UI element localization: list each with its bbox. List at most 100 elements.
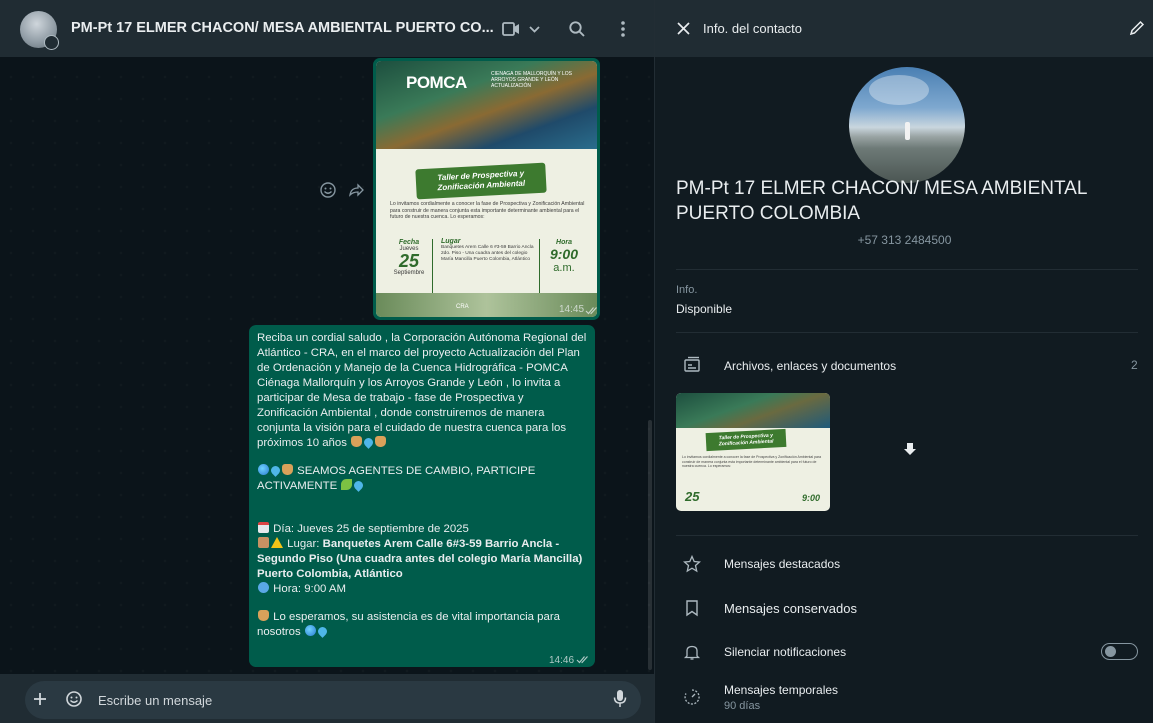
clock-emoji-icon xyxy=(258,582,269,593)
poster-hora-ampm: a.m. xyxy=(553,262,575,274)
whatsapp-window: PM-Pt 17 ELMER CHACON/ MESA AMBIENTAL PU… xyxy=(0,0,1153,723)
about-value: Disponible xyxy=(676,302,733,316)
handshake-emoji-icon xyxy=(258,610,269,621)
event-poster-image[interactable]: POMCA CIENAGA DE MALLORQUÍN Y LOS ARROYO… xyxy=(376,61,597,317)
poster-photo: POMCA CIENAGA DE MALLORQUÍN Y LOS ARROYO… xyxy=(376,61,597,149)
divider xyxy=(676,535,1138,536)
droplet-emoji-icon xyxy=(352,479,366,492)
info-title: Info. del contacto xyxy=(703,21,803,36)
droplet-emoji-icon xyxy=(269,464,282,477)
poster-details: Fecha Jueves 25 Septiembre Lugar Banquet… xyxy=(386,238,591,294)
avatar-person xyxy=(905,122,910,140)
close-icon[interactable] xyxy=(677,22,690,35)
thumbnail-date: 25 xyxy=(685,489,700,504)
temp-label: Mensajes temporales xyxy=(724,683,839,697)
bookmark-icon xyxy=(686,600,698,617)
contact-phone: +57 313 2484500 xyxy=(857,233,952,247)
message-input-placeholder[interactable]: Escribe un mensaje xyxy=(98,693,212,708)
avatar-sky xyxy=(869,75,929,105)
message-closing: Lo esperamos, su asistencia es de vital … xyxy=(257,611,560,638)
house-emoji-icon xyxy=(258,537,269,548)
read-receipt-icon xyxy=(576,656,588,664)
hands-emoji-icon xyxy=(351,436,363,447)
plus-attach-icon[interactable] xyxy=(33,692,47,706)
seedling-emoji-icon xyxy=(341,479,353,490)
message-time: 14:45 xyxy=(559,304,585,315)
thumbnail-banner: Taller de Prospectiva y Zonificación Amb… xyxy=(705,428,787,452)
edit-pencil-icon[interactable] xyxy=(1129,20,1145,36)
message-hour: Hora: 9:00 AM xyxy=(273,583,346,595)
image-message[interactable]: POMCA CIENAGA DE MALLORQUÍN Y LOS ARROYO… xyxy=(373,58,600,320)
media-count: 2 xyxy=(1131,358,1138,372)
bell-icon xyxy=(683,645,701,660)
toggle-knob xyxy=(1105,646,1116,657)
divider xyxy=(676,269,1138,270)
poster-lugar: Lugar Banquetes Arem Calle 6 #3-59 Barri… xyxy=(432,238,540,294)
poster-fecha: Fecha Jueves 25 Septiembre xyxy=(386,239,432,294)
poster-fecha-num: 25 xyxy=(398,251,420,271)
video-call-button[interactable] xyxy=(500,17,544,41)
chat-header[interactable]: PM-Pt 17 ELMER CHACON/ MESA AMBIENTAL PU… xyxy=(0,0,654,57)
poster-lugar-text: Banquetes Arem Calle 6 #3-59 Barrio Ancl… xyxy=(441,245,534,262)
message-time-line: Hora: 9:00 AM xyxy=(257,582,587,597)
poster-banner: Taller de Prospectiva y Zonificación Amb… xyxy=(415,162,547,200)
droplet-emoji-icon xyxy=(362,436,375,449)
message-place-line: Lugar: Banquetes Arem Calle 6#3-59 Barri… xyxy=(257,537,587,582)
poster-header-text: CIENAGA DE MALLORQUÍN Y LOS ARROYOS GRAN… xyxy=(491,71,572,89)
temp-value: 90 días xyxy=(724,700,761,712)
message-closing-line: Lo esperamos, su asistencia es de vital … xyxy=(257,610,587,640)
thumbnail-text: Lo invitamos cordialmente a conocer la f… xyxy=(682,455,822,468)
globe-emoji-icon xyxy=(304,625,316,636)
poster-hora: Hora 9:00 a.m. xyxy=(540,239,588,294)
chat-menu-button[interactable] xyxy=(611,17,635,41)
contact-avatar[interactable] xyxy=(849,67,965,183)
media-label: Archivos, enlaces y documentos xyxy=(724,359,897,373)
microphone-icon[interactable] xyxy=(613,689,627,708)
message-date: Día: Jueves 25 de septiembre de 2025 xyxy=(273,523,469,535)
timer-icon xyxy=(684,689,700,705)
search-icon xyxy=(569,21,585,37)
mute-label: Silenciar notificaciones xyxy=(724,645,847,659)
hand-emoji-icon xyxy=(375,436,387,447)
poster-body: Lo invitamos cordialmente a conocer la f… xyxy=(390,201,585,220)
poster-brand: POMCA xyxy=(406,73,467,92)
video-camera-icon xyxy=(502,22,540,36)
mute-toggle[interactable] xyxy=(1101,643,1138,660)
react-emoji-icon[interactable] xyxy=(319,181,337,199)
kept-label: Mensajes conservados xyxy=(724,601,857,616)
globe-emoji-icon xyxy=(258,464,269,475)
contact-name: PM-Pt 17 ELMER CHACON/ MESA AMBIENTAL PU… xyxy=(676,178,1087,224)
chat-scrollbar[interactable] xyxy=(648,420,652,670)
poster-org: CRA xyxy=(456,304,469,310)
sticker-emoji-icon[interactable] xyxy=(65,690,83,708)
poster-fecha-label: Fecha xyxy=(398,239,420,246)
text-message[interactable]: Reciba un cordial saludo , la Corporació… xyxy=(249,325,595,667)
star-icon xyxy=(683,555,701,573)
thumbnail-photo xyxy=(676,393,830,428)
poster-fecha-month: Septiembre xyxy=(393,270,425,276)
about-label: Info. xyxy=(676,284,698,296)
contact-info-pane: Info. del contacto PM-Pt 17 ELMER CHACON… xyxy=(654,0,1153,723)
media-thumbnail[interactable]: Taller de Prospectiva y Zonificación Amb… xyxy=(676,393,830,511)
message-date-line: Día: Jueves 25 de septiembre de 2025 xyxy=(257,522,587,537)
compose-bar: Escribe un mensaje xyxy=(0,674,654,723)
chat-pane: PM-Pt 17 ELMER CHACON/ MESA AMBIENTAL PU… xyxy=(0,0,654,723)
kebab-menu-icon xyxy=(621,21,625,37)
chat-title[interactable]: PM-Pt 17 ELMER CHACON/ MESA AMBIENTAL PU… xyxy=(71,20,494,36)
thumbnail-hour: 9:00 xyxy=(802,493,821,503)
search-button[interactable] xyxy=(565,17,589,41)
read-receipt-icon xyxy=(585,307,597,315)
community-badge-icon xyxy=(44,35,59,50)
message-call-to-action: SEAMOS AGENTES DE CAMBIO, PARTICIPE ACTI… xyxy=(257,465,536,492)
media-gallery-icon xyxy=(684,356,700,372)
group-avatar[interactable] xyxy=(20,11,59,50)
poster-hora-label: Hora xyxy=(556,239,572,246)
download-arrow-icon[interactable] xyxy=(902,441,918,457)
handshake-emoji-icon xyxy=(282,464,293,475)
message-place-label: Lugar: xyxy=(287,538,320,550)
calendar-emoji-icon xyxy=(258,522,269,533)
poster-hora-value: 9:00 xyxy=(549,246,579,262)
droplet-emoji-icon xyxy=(316,625,329,638)
forward-icon[interactable] xyxy=(347,181,365,199)
message-paragraph-2: SEAMOS AGENTES DE CAMBIO, PARTICIPE ACTI… xyxy=(257,464,587,494)
